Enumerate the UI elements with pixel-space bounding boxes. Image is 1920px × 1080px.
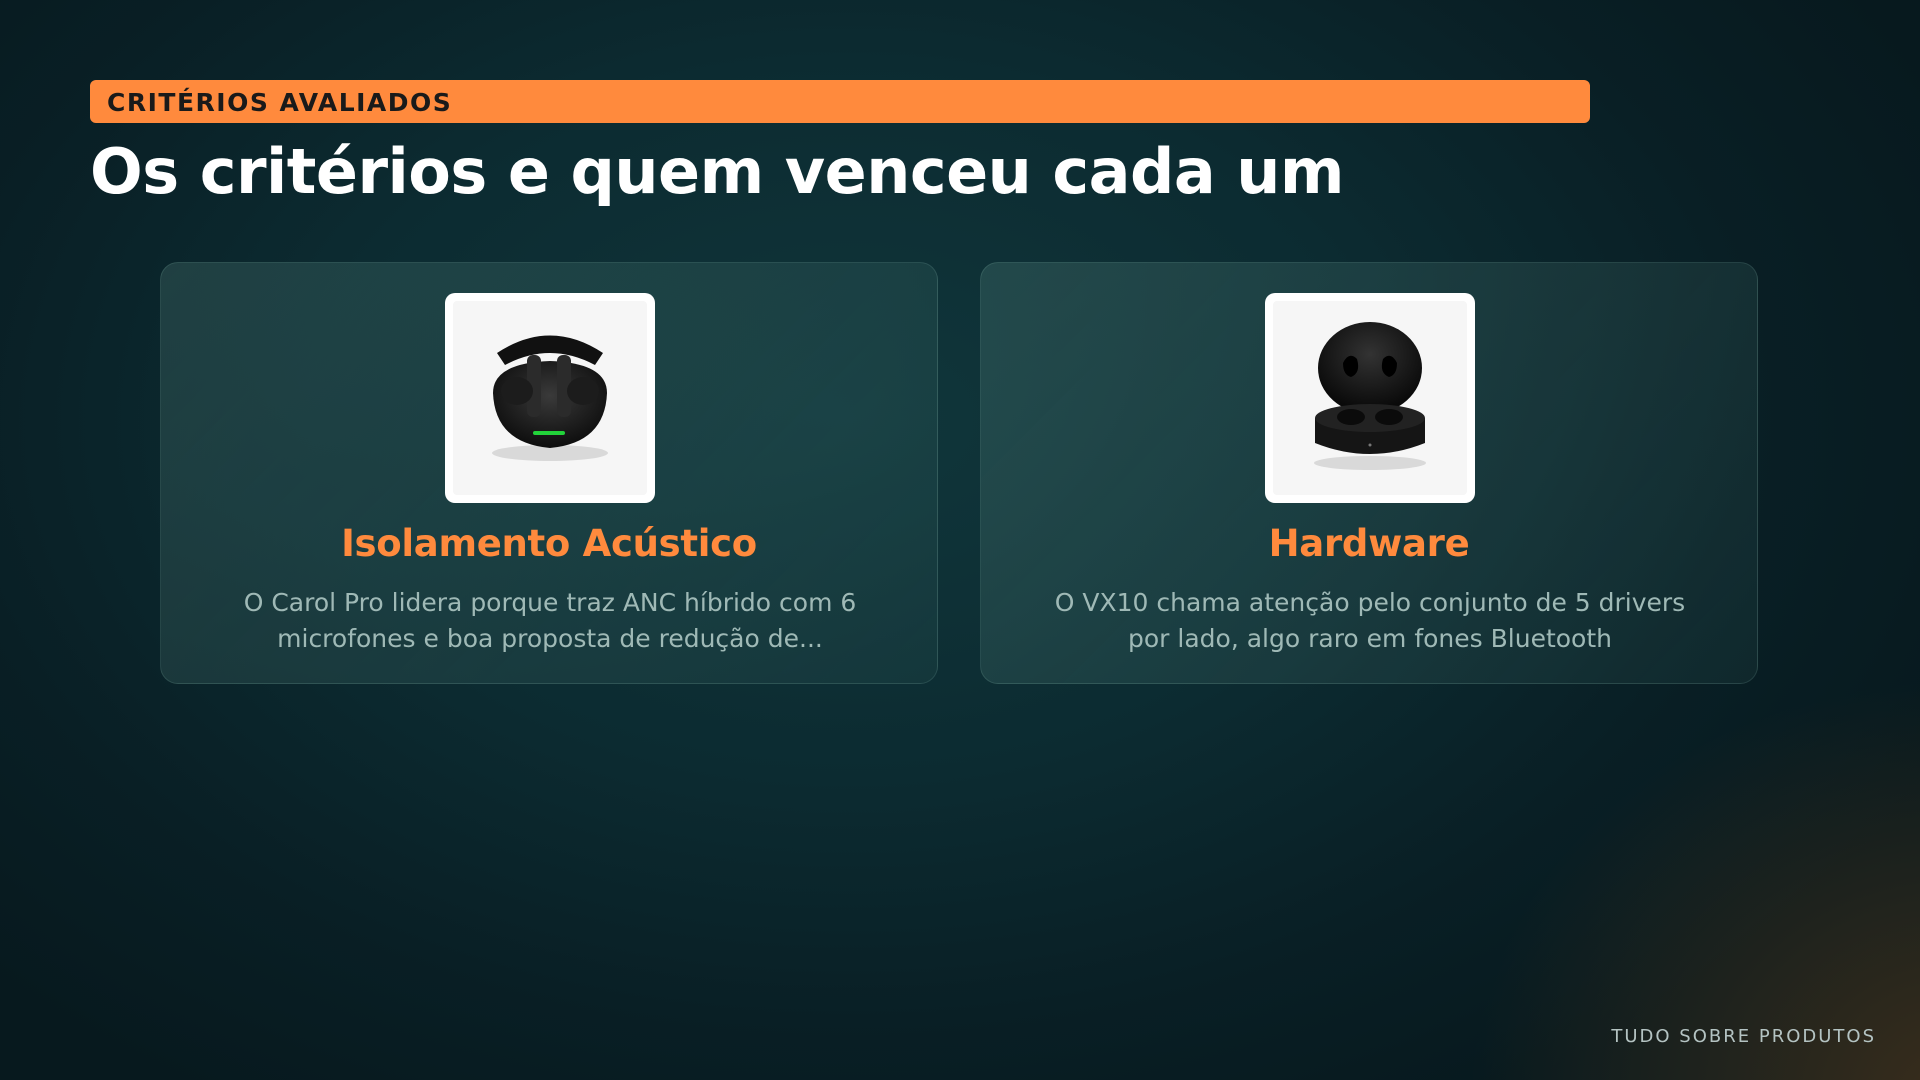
earbuds-round-case-icon [1314, 322, 1426, 470]
section-tag-label: CRITÉRIOS AVALIADOS [107, 88, 453, 117]
footer-brand: TUDO SOBRE PRODUTOS [1611, 1026, 1876, 1047]
page-title: Os critérios e quem venceu cada um [90, 135, 1345, 208]
criterion-card-isolamento: Isolamento Acústico O Carol Pro lidera p… [160, 262, 938, 684]
criterion-description: O VX10 chama atenção pelo conjunto de 5 … [1054, 588, 1686, 653]
product-image-carol-pro [445, 293, 655, 503]
product-image-vx10 [1265, 293, 1475, 503]
criterion-title: Isolamento Acústico [341, 522, 757, 565]
criterion-title: Hardware [1268, 522, 1470, 565]
section-tag: CRITÉRIOS AVALIADOS [90, 80, 1590, 123]
earbuds-case-open-icon [492, 335, 608, 461]
criterion-card-hardware: Hardware O VX10 chama atenção pelo conju… [980, 262, 1758, 684]
criterion-description: O Carol Pro lidera porque traz ANC híbri… [243, 588, 857, 653]
